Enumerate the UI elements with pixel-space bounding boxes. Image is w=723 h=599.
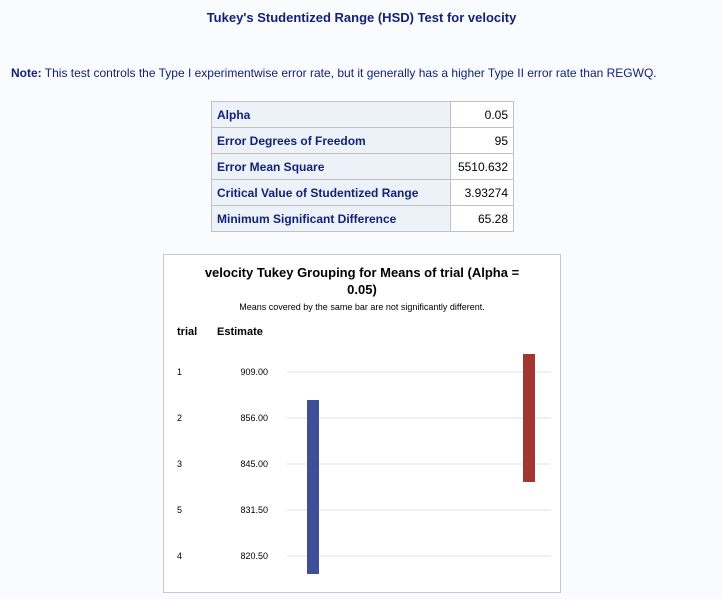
note-text: Note: This test controls the Type I expe…	[11, 66, 723, 80]
row-value: 5510.632	[450, 153, 514, 180]
row-value: 95	[450, 127, 514, 154]
table-row: Critical Value of Studentized Range 3.93…	[211, 179, 514, 206]
grouping-bar	[523, 354, 535, 482]
trial-label: 5	[177, 505, 182, 515]
trial-label: 1	[177, 367, 182, 377]
row-label: Error Mean Square	[211, 153, 451, 180]
row-label: Alpha	[211, 101, 451, 128]
table-row: Alpha 0.05	[211, 101, 514, 128]
estimate-label: 831.50	[240, 505, 268, 515]
table-row: Minimum Significant Difference 65.28	[211, 205, 514, 232]
chart-title-line-1: velocity Tukey Grouping for Means of tri…	[205, 265, 520, 280]
stats-table: Alpha 0.05 Error Degrees of Freedom 95 E…	[211, 101, 514, 232]
trial-label: 2	[177, 413, 182, 423]
estimate-label: 820.50	[240, 551, 268, 561]
row-value: 65.28	[450, 205, 514, 232]
grouping-bar	[307, 400, 319, 574]
tukey-grouping-chart: velocity Tukey Grouping for Means of tri…	[163, 254, 561, 593]
row-value: 0.05	[450, 101, 514, 128]
estimate-label: 856.00	[240, 413, 268, 423]
note-body: This test controls the Type I experiment…	[41, 66, 657, 80]
row-label: Minimum Significant Difference	[211, 205, 451, 232]
column-header-estimate: Estimate	[217, 326, 263, 338]
estimate-label: 845.00	[240, 459, 268, 469]
row-label: Error Degrees of Freedom	[211, 127, 451, 154]
chart-svg: velocity Tukey Grouping for Means of tri…	[177, 265, 551, 574]
chart-title-line-2: 0.05)	[347, 282, 377, 297]
row-value: 3.93274	[450, 179, 514, 206]
chart-subtitle: Means covered by the same bar are not si…	[239, 302, 484, 312]
table-row: Error Degrees of Freedom 95	[211, 127, 514, 154]
table-row: Error Mean Square 5510.632	[211, 153, 514, 180]
trial-label: 4	[177, 551, 182, 561]
page-title: Tukey's Studentized Range (HSD) Test for…	[206, 10, 517, 25]
note-label: Note:	[11, 66, 42, 80]
row-label: Critical Value of Studentized Range	[211, 179, 451, 206]
trial-label: 3	[177, 459, 182, 469]
column-header-trial: trial	[177, 326, 197, 338]
estimate-label: 909.00	[240, 367, 268, 377]
